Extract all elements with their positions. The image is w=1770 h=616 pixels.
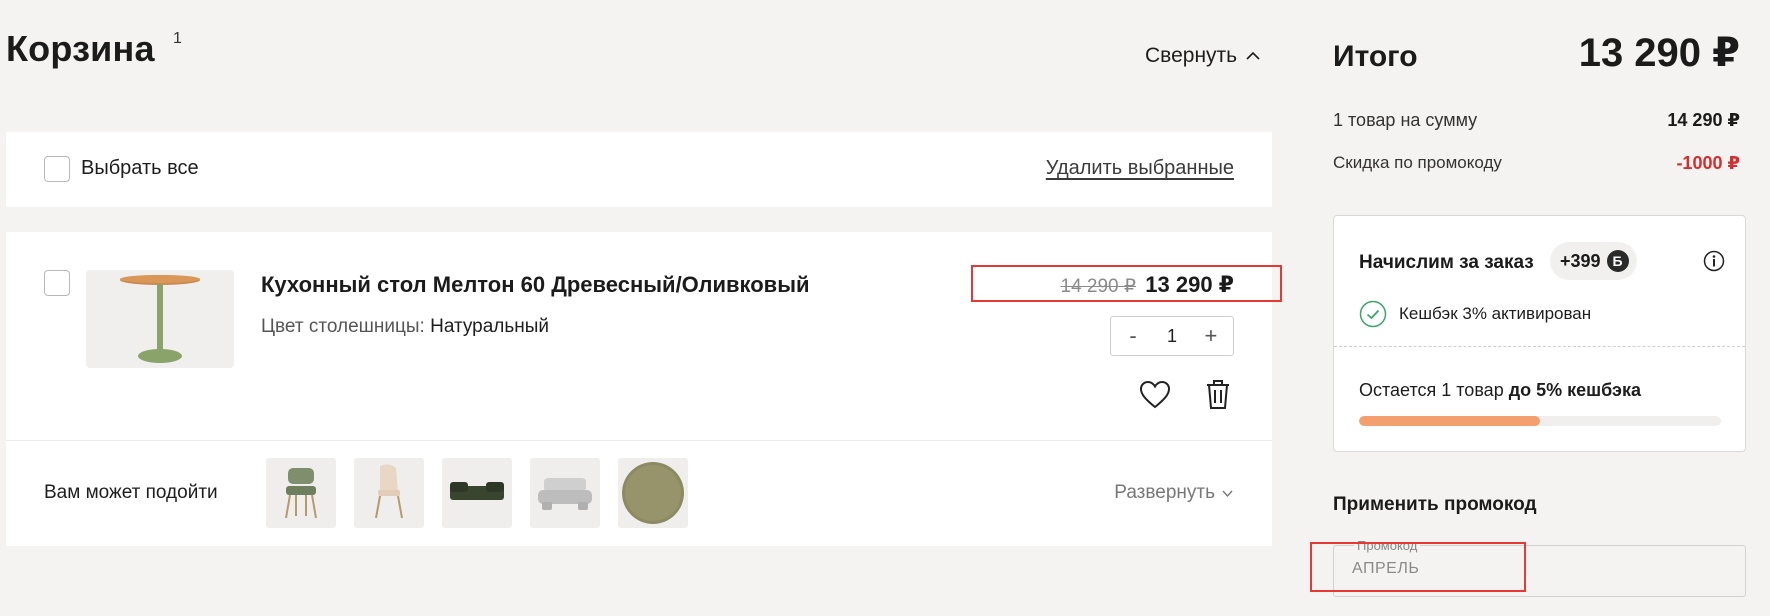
remaining-bold: до 5% кешбэка: [1508, 380, 1642, 400]
chevron-down-icon: [1222, 490, 1233, 497]
dark-sofa-thumb: [450, 482, 504, 500]
cart-count-badge: 1: [173, 30, 182, 47]
suggestion-thumb-round-rug[interactable]: [618, 458, 688, 528]
attribute-label: Цвет столешницы:: [261, 316, 425, 337]
cashback-status: Кешбэк 3% активирован: [1399, 304, 1592, 323]
total-value: 13 290 ₽: [1578, 31, 1740, 75]
attribute-value: Натуральный: [430, 316, 550, 337]
bonus-card: Начислим за заказ +399 Б Кешбэк 3% актив…: [1333, 215, 1746, 452]
bonus-amount: +399: [1560, 250, 1601, 271]
expand-suggestions-button[interactable]: Развернуть: [1114, 482, 1234, 504]
product-attribute: Цвет столешницы: Натуральный: [261, 316, 549, 338]
discount-value: -1000 ₽: [1676, 153, 1740, 173]
suggestion-thumb-dark-sofa[interactable]: [442, 458, 512, 528]
product-image[interactable]: [86, 270, 234, 368]
cashback-progress-bar: [1359, 416, 1721, 426]
discount-label: Скидка по промокоду: [1333, 153, 1502, 172]
trash-icon[interactable]: [1204, 378, 1232, 410]
suggestion-thumb-grey-bench[interactable]: [530, 458, 600, 528]
suggestion-thumb-green-chair[interactable]: [266, 458, 336, 528]
total-label: Итого: [1333, 40, 1418, 73]
page-title: Корзина: [6, 28, 155, 69]
promo-title: Применить промокод: [1333, 494, 1537, 515]
delete-selected-link[interactable]: Удалить выбранные: [1046, 157, 1234, 180]
increase-button[interactable]: +: [1201, 323, 1221, 349]
round-rug-thumb: [622, 462, 684, 524]
beige-chair-thumb: [375, 464, 403, 519]
cashback-progress-fill: [1359, 416, 1540, 426]
grey-bench-thumb: [538, 478, 592, 510]
select-all-label[interactable]: Выбрать все: [81, 157, 199, 180]
item-checkbox[interactable]: [44, 270, 70, 296]
expand-label: Развернуть: [1114, 482, 1215, 503]
quantity-value[interactable]: 1: [1167, 326, 1177, 347]
round-table-image: [120, 275, 200, 363]
items-sum-label: 1 товар на сумму: [1333, 110, 1478, 130]
product-name[interactable]: Кухонный стол Мелтон 60 Древесный/Оливко…: [261, 272, 810, 298]
suggestion-thumb-beige-chair[interactable]: [354, 458, 424, 528]
select-all-panel: Выбрать все Удалить выбранные: [6, 132, 1272, 207]
chevron-up-icon: [1246, 51, 1260, 60]
bonus-currency-icon: Б: [1606, 250, 1629, 272]
suggestions-label: Вам может подойти: [44, 482, 218, 503]
promo-highlight-box: [1310, 542, 1526, 592]
green-chair-thumb: [285, 468, 317, 519]
remaining-text: Остается 1 товар: [1359, 380, 1504, 400]
info-icon[interactable]: [1703, 250, 1725, 272]
collapse-label: Свернуть: [1145, 44, 1238, 67]
price-highlight-box: [971, 265, 1282, 302]
bonus-badge: +399 Б: [1550, 242, 1637, 280]
items-sum-value: 14 290 ₽: [1667, 110, 1740, 130]
remaining-items-text: Остается 1 товар до 5% кешбэка: [1359, 380, 1641, 401]
check-circle-icon: [1359, 300, 1387, 328]
quantity-stepper: - 1 +: [1110, 316, 1234, 356]
decrease-button[interactable]: -: [1123, 323, 1143, 349]
collapse-button[interactable]: Свернуть: [1145, 44, 1261, 68]
heart-icon[interactable]: [1139, 380, 1171, 410]
bonus-title: Начислим за заказ: [1359, 252, 1534, 273]
divider: [6, 440, 1272, 441]
select-all-checkbox[interactable]: [44, 156, 70, 182]
dashed-divider: [1334, 346, 1745, 347]
